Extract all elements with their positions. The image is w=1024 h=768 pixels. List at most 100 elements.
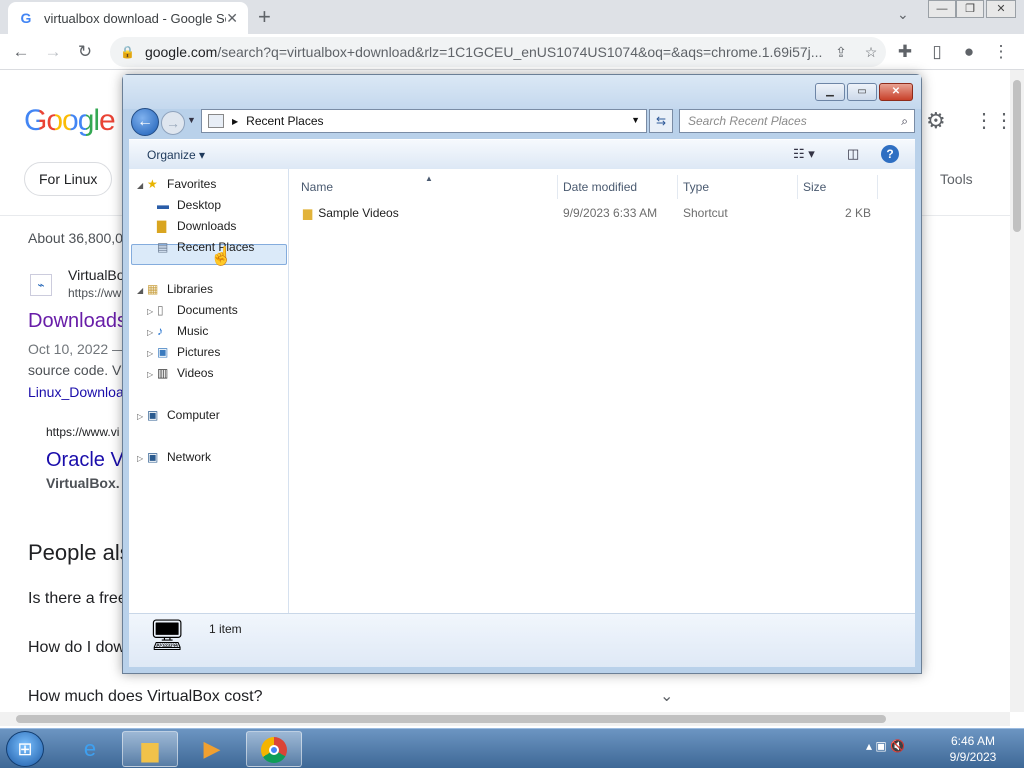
refresh-button[interactable]: ⇆	[649, 109, 673, 133]
tree-item-libraries[interactable]: ◢ ▦ Libraries	[137, 279, 213, 299]
start-button[interactable]: ⊞	[6, 731, 44, 767]
breadcrumb-arrow-icon[interactable]: ▶	[232, 117, 238, 126]
column-separator	[797, 175, 798, 199]
tree-item-videos[interactable]: ▷ ▥ Videos	[147, 363, 213, 383]
page-vertical-scrollbar[interactable]	[1010, 70, 1024, 712]
google-favicon-icon: G	[20, 10, 32, 26]
paa-question[interactable]: How much does VirtualBox cost?	[28, 688, 262, 706]
back-button[interactable]: ←	[131, 108, 159, 136]
paa-question[interactable]: Is there a free	[28, 590, 127, 608]
recent-places-large-icon: 🖥	[147, 619, 187, 652]
new-tab-button[interactable]: +	[258, 6, 271, 28]
tray-icons[interactable]: ▴ ▣ 🔇	[866, 739, 905, 753]
pictures-icon: ▣	[157, 345, 169, 359]
result-title-link[interactable]: Downloads	[28, 310, 127, 333]
column-header-type[interactable]: Type	[683, 175, 799, 199]
google-logo[interactable]: Google	[24, 104, 116, 138]
search-placeholder: Search Recent Places	[688, 114, 807, 128]
tab-search-chevron-icon[interactable]: ⌄	[897, 6, 909, 23]
tree-item-favorites[interactable]: ◢ ★ Favorites	[137, 174, 216, 194]
result2-title-link[interactable]: Oracle V	[46, 449, 124, 472]
music-note-icon: ♪	[157, 324, 163, 338]
column-header-date-modified[interactable]: Date modified	[563, 175, 679, 199]
tree-item-downloads[interactable]: ▇ Downloads	[157, 216, 236, 236]
forward-arrow-icon[interactable]: →	[42, 41, 64, 63]
hand-cursor-icon: ☝	[210, 246, 233, 266]
minimize-window-button[interactable]: —	[928, 0, 956, 18]
tree-item-music[interactable]: ▷ ♪ Music	[147, 321, 208, 341]
result-url[interactable]: https://ww	[68, 286, 121, 300]
explorer-minimize-button[interactable]: ▁	[815, 83, 845, 101]
filter-chip-for-linux[interactable]: For Linux	[24, 162, 113, 196]
extensions-puzzle-icon[interactable]: ✚	[894, 41, 916, 63]
help-icon[interactable]: ?	[881, 145, 899, 163]
settings-gear-icon[interactable]: ⚙	[926, 108, 946, 134]
desktop-icon: ▬	[157, 198, 169, 212]
explorer-maximize-button[interactable]: ▭	[847, 83, 877, 101]
chrome-icon[interactable]	[246, 731, 302, 767]
url-text: google.com/search?q=virtualbox+download&…	[144, 44, 823, 60]
column-separator	[557, 175, 558, 199]
tree-item-network[interactable]: ▷ ▣ Network	[137, 447, 211, 467]
browser-tab[interactable]: G virtualbox download - Google Se ✕	[8, 2, 248, 34]
restore-window-button[interactable]: ❐	[956, 0, 984, 18]
column-separator	[677, 175, 678, 199]
reload-icon[interactable]: ↻	[74, 41, 96, 63]
explorer-title-bar[interactable]	[123, 75, 921, 109]
file-row-type: Shortcut	[683, 206, 728, 220]
internet-explorer-icon[interactable]: e	[62, 731, 118, 767]
preview-pane-icon[interactable]: ◫	[847, 146, 859, 162]
tab-title: virtualbox download - Google Se	[44, 10, 227, 26]
result-sublink[interactable]: Linux_Downloa	[28, 384, 124, 400]
back-arrow-icon[interactable]: ←	[10, 41, 32, 63]
media-player-icon[interactable]: ▶	[184, 731, 240, 767]
paa-question[interactable]: How do I dow	[28, 639, 125, 657]
item-count: 1 item	[209, 622, 242, 636]
view-options-icon[interactable]: ☷ ▾	[793, 146, 815, 162]
result-site-name[interactable]: VirtualBo	[68, 267, 125, 283]
tools-button[interactable]: Tools	[940, 171, 973, 187]
page-horizontal-scrollbar[interactable]	[0, 712, 1010, 726]
tree-item-recent-places[interactable]: ▤ Recent Places	[157, 237, 254, 257]
google-apps-grid-icon[interactable]: ⋮⋮	[974, 108, 1010, 133]
explorer-window: ▁ ▭ ✕ ← → ▼ ▶ Recent Places ▼ ⇆ Search R…	[122, 74, 922, 674]
star-icon: ★	[147, 177, 158, 191]
tree-item-documents[interactable]: ▷ ▯ Documents	[147, 300, 238, 320]
close-tab-icon[interactable]: ✕	[226, 10, 238, 27]
explorer-search-input[interactable]: Search Recent Places ⌕	[679, 109, 915, 133]
file-explorer-icon[interactable]: ▆	[122, 731, 178, 767]
people-also-ask-heading: People als	[28, 540, 131, 565]
column-header-size[interactable]: Size	[803, 175, 875, 199]
system-clock[interactable]: 6:46 AM 9/9/2023	[936, 733, 1010, 765]
organize-button[interactable]: Organize ▾	[147, 148, 205, 162]
forward-button[interactable]: →	[161, 111, 185, 135]
clock-time: 6:46 AM	[950, 734, 996, 748]
navigation-pane: ◢ ★ Favorites ▬ Desktop ▇ Downloads ▤ Recent …	[129, 169, 289, 613]
details-pane: 🖥 1 item	[129, 613, 915, 667]
bookmark-star-icon[interactable]: ☆	[856, 44, 886, 61]
recent-places-icon: ▤	[157, 240, 169, 254]
chrome-menu-icon[interactable]: ⋮	[990, 41, 1012, 63]
explorer-address-bar[interactable]: ▶ Recent Places ▼	[201, 109, 647, 133]
file-row[interactable]: ▆ Sample Videos	[303, 203, 399, 223]
address-bar[interactable]: 🔒 google.com/search?q=virtualbox+downloa…	[110, 37, 886, 67]
side-panel-icon[interactable]: ▯	[926, 41, 948, 63]
share-icon[interactable]: ⇪	[826, 44, 856, 61]
recent-places-icon	[208, 114, 224, 128]
chevron-down-icon[interactable]: ⌄	[660, 686, 673, 706]
tree-item-pictures[interactable]: ▷ ▣ Pictures	[147, 342, 220, 362]
profile-avatar-icon[interactable]: ●	[958, 41, 980, 63]
sort-ascending-icon: ▲	[425, 174, 433, 183]
film-strip-icon: ▥	[157, 366, 169, 380]
lock-icon: 🔒	[120, 45, 135, 59]
explorer-close-button[interactable]: ✕	[879, 83, 913, 101]
explorer-nav-row: ← → ▼ ▶ Recent Places ▼ ⇆ Search Recent …	[129, 107, 915, 137]
column-header-name[interactable]: Name ▲	[301, 174, 557, 199]
tree-item-desktop[interactable]: ▬ Desktop	[157, 195, 221, 215]
clock-date: 9/9/2023	[949, 750, 997, 764]
result2-url[interactable]: https://www.vi	[46, 425, 119, 439]
recent-pages-dropdown-icon[interactable]: ▼	[187, 115, 196, 125]
address-dropdown-icon[interactable]: ▼	[631, 115, 640, 125]
close-window-button[interactable]: ✕	[986, 0, 1016, 18]
tree-item-computer[interactable]: ▷ ▣ Computer	[137, 405, 220, 425]
